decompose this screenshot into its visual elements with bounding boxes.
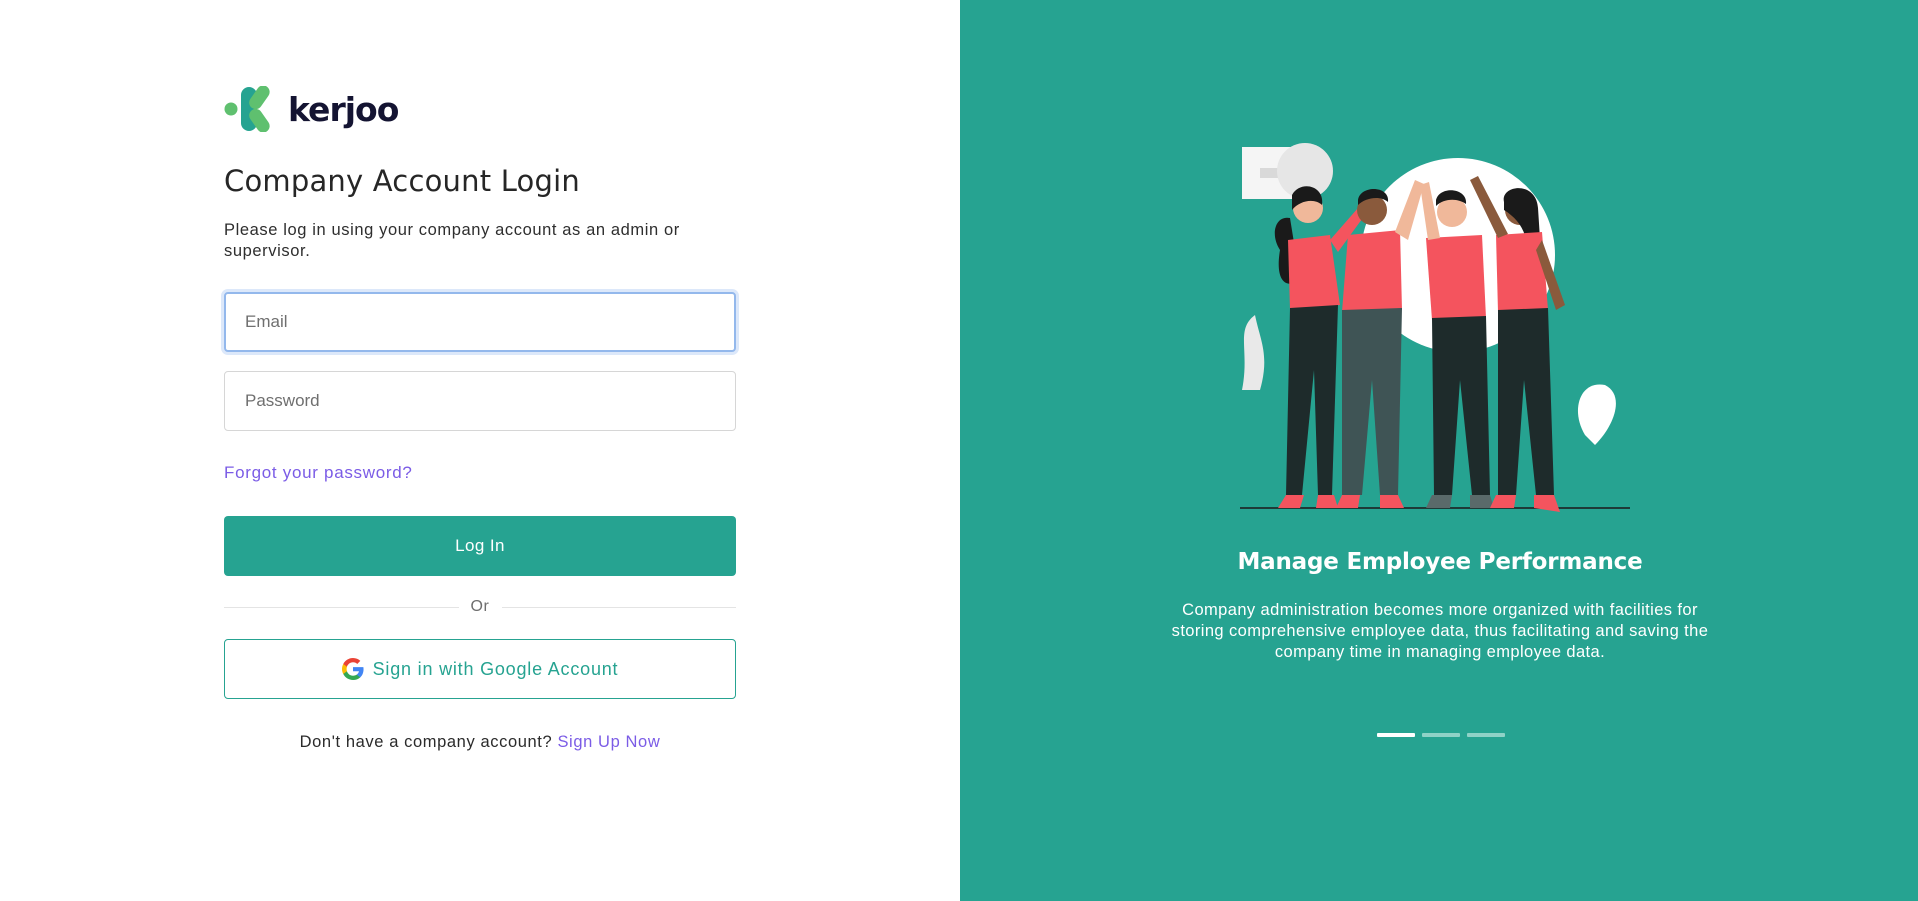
email-field[interactable] <box>224 292 736 352</box>
signup-link[interactable]: Sign Up Now <box>557 733 660 751</box>
signup-prompt: Don't have a company account? Sign Up No… <box>224 733 736 752</box>
kerjoo-logo: kerjoo <box>224 86 736 132</box>
page-subtitle: Please log in using your company account… <box>224 221 680 260</box>
promo-title: Manage Employee Performance <box>1237 549 1643 575</box>
team-high-five-illustration <box>1240 143 1630 512</box>
or-label: Or <box>470 598 490 615</box>
promo-description: Company administration becomes more orga… <box>1171 601 1709 661</box>
password-field[interactable] <box>224 371 736 431</box>
divider-line <box>501 606 737 608</box>
signup-prompt-text: Don't have a company account? <box>299 733 553 751</box>
google-icon <box>341 658 364 680</box>
brand-name: kerjoo <box>288 89 399 129</box>
kerjoo-logo-mark-icon <box>224 86 270 132</box>
carousel-dot-3[interactable] <box>1467 733 1505 737</box>
divider-line <box>224 606 459 608</box>
or-divider: Or <box>224 596 737 618</box>
forgot-password-link[interactable]: Forgot your password? <box>224 463 413 483</box>
carousel-indicators <box>1377 733 1505 737</box>
page-title: Company Account Login <box>224 164 580 198</box>
google-signin-label: Sign in with Google Account <box>372 658 619 679</box>
carousel-dot-2[interactable] <box>1422 733 1460 737</box>
login-panel: kerjoo Company Account Login Please log … <box>0 0 960 901</box>
login-button[interactable]: Log In <box>224 516 736 576</box>
carousel-dot-1[interactable] <box>1377 733 1415 737</box>
login-form: kerjoo Company Account Login Please log … <box>224 86 737 752</box>
google-signin-button[interactable]: Sign in with Google Account <box>224 639 736 699</box>
